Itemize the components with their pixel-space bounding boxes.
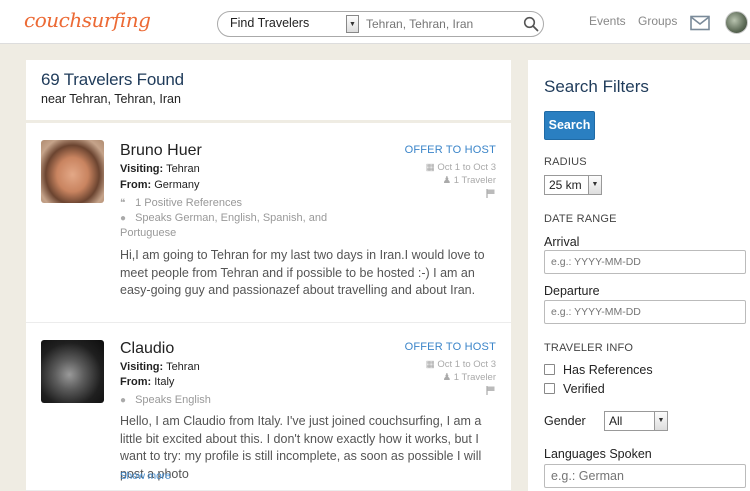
chevron-down-icon: ▼ xyxy=(654,412,667,430)
arrival-input[interactable] xyxy=(544,250,746,274)
quote-icon: ❝ xyxy=(120,198,126,209)
verified-checkbox[interactable] xyxy=(544,383,555,394)
visiting-line: Visiting: Tehran xyxy=(120,163,200,175)
gender-select[interactable]: All ▼ xyxy=(604,411,668,431)
languages-line: ● Speaks English xyxy=(120,394,211,406)
couchsurfing-logo[interactable]: couchsurfing xyxy=(24,8,151,32)
flag-icon[interactable] xyxy=(486,189,495,198)
has-references-checkbox[interactable] xyxy=(544,364,555,375)
visiting-value: Tehran xyxy=(166,163,200,175)
person-icon: ♟ xyxy=(442,175,452,186)
departure-label: Departure xyxy=(544,284,600,298)
traveler-bio: Hello, I am Claudio from Italy. I've jus… xyxy=(120,414,482,481)
traveler-name[interactable]: Bruno Huer xyxy=(120,142,202,160)
date-range-text: Oct 1 to Oct 3 xyxy=(437,359,496,370)
traveler-info-heading: TRAVELER INFO xyxy=(544,342,634,354)
references-line: ❝ 1 Positive References xyxy=(120,197,242,209)
offer-to-host-link[interactable]: OFFER TO HOST xyxy=(405,341,496,353)
show-more-link[interactable]: Show more xyxy=(120,471,171,482)
radius-select[interactable]: 25 km ▼ xyxy=(544,175,602,195)
search-button[interactable]: Search xyxy=(544,111,595,140)
chevron-down-icon: ▼ xyxy=(588,176,601,194)
languages-line-cont: Portuguese xyxy=(120,227,177,239)
languages-text: Speaks English xyxy=(135,394,211,406)
search-icon[interactable] xyxy=(523,16,539,32)
gender-value: All xyxy=(609,414,623,428)
offer-to-host-link[interactable]: OFFER TO HOST xyxy=(405,144,496,156)
languages-line: ● Speaks German, English, Spanish, and xyxy=(120,212,327,224)
traveler-bio: Hi,I am going to Tehran for my last two … xyxy=(120,248,485,297)
traveler-count-text: 1 Traveler xyxy=(453,175,496,186)
traveler-count-text: 1 Traveler xyxy=(453,372,496,383)
date-range: ▦ Oct 1 to Oct 3 xyxy=(426,162,496,173)
date-range: ▦ Oct 1 to Oct 3 xyxy=(426,359,496,370)
languages-input[interactable] xyxy=(544,464,746,488)
mail-icon[interactable] xyxy=(690,15,710,31)
traveler-photo[interactable] xyxy=(41,140,104,203)
traveler-count: ♟ 1 Traveler xyxy=(443,372,496,383)
results-panel: 69 Travelers Found near Tehran, Tehran, … xyxy=(26,60,511,491)
user-avatar[interactable] xyxy=(725,11,748,34)
arrival-label: Arrival xyxy=(544,235,580,249)
verified-label[interactable]: Verified xyxy=(563,382,605,396)
has-references-label[interactable]: Has References xyxy=(563,363,653,377)
visiting-line: Visiting: Tehran xyxy=(120,361,200,373)
visiting-label: Visiting: xyxy=(120,163,164,175)
gender-label: Gender xyxy=(544,414,586,428)
search-type-select[interactable]: Find Travelers xyxy=(230,16,309,30)
search-bar: Find Travelers ▼ xyxy=(217,11,544,37)
languages-spoken-label: Languages Spoken xyxy=(544,447,652,461)
speech-bubble-icon: ● xyxy=(120,395,127,406)
filters-title: Search Filters xyxy=(544,77,649,96)
search-filters-panel: Search Filters Search RADIUS 25 km ▼ DAT… xyxy=(528,60,750,491)
results-count-title: 69 Travelers Found xyxy=(41,70,184,89)
speech-bubble-icon: ● xyxy=(120,213,127,224)
date-range-text: Oct 1 to Oct 3 xyxy=(437,162,496,173)
date-range-heading: DATE RANGE xyxy=(544,213,617,225)
chevron-down-icon[interactable]: ▼ xyxy=(346,15,359,33)
from-line: From: Germany xyxy=(120,179,199,191)
from-value: Germany xyxy=(154,179,200,191)
calendar-icon: ▦ xyxy=(425,162,435,173)
radius-value: 25 km xyxy=(549,178,582,192)
top-bar: couchsurfing Find Travelers ▼ Events Gro… xyxy=(0,0,750,44)
results-location: near Tehran, Tehran, Iran xyxy=(41,92,181,106)
from-label: From: xyxy=(120,376,152,388)
radius-heading: RADIUS xyxy=(544,156,587,168)
languages-text: Speaks German, English, Spanish, and xyxy=(135,212,328,224)
search-input[interactable] xyxy=(366,14,516,34)
visiting-label: Visiting: xyxy=(120,361,164,373)
nav-events[interactable]: Events xyxy=(589,14,626,28)
traveler-photo[interactable] xyxy=(41,340,104,403)
nav-groups[interactable]: Groups xyxy=(638,14,677,28)
traveler-name[interactable]: Claudio xyxy=(120,340,174,358)
references-text[interactable]: 1 Positive References xyxy=(135,197,242,209)
traveler-count: ♟ 1 Traveler xyxy=(443,175,496,186)
person-icon: ♟ xyxy=(442,372,452,383)
departure-input[interactable] xyxy=(544,300,746,324)
from-value: Italy xyxy=(154,376,175,388)
calendar-icon: ▦ xyxy=(425,359,435,370)
traveler-card: Claudio Visiting: Tehran From: Italy ● S… xyxy=(26,323,511,491)
from-label: From: xyxy=(120,179,152,191)
visiting-value: Tehran xyxy=(166,361,200,373)
results-header: 69 Travelers Found near Tehran, Tehran, … xyxy=(26,60,511,123)
traveler-card: Bruno Huer Visiting: Tehran From: German… xyxy=(26,123,511,323)
flag-icon[interactable] xyxy=(486,386,495,395)
from-line: From: Italy xyxy=(120,376,174,388)
